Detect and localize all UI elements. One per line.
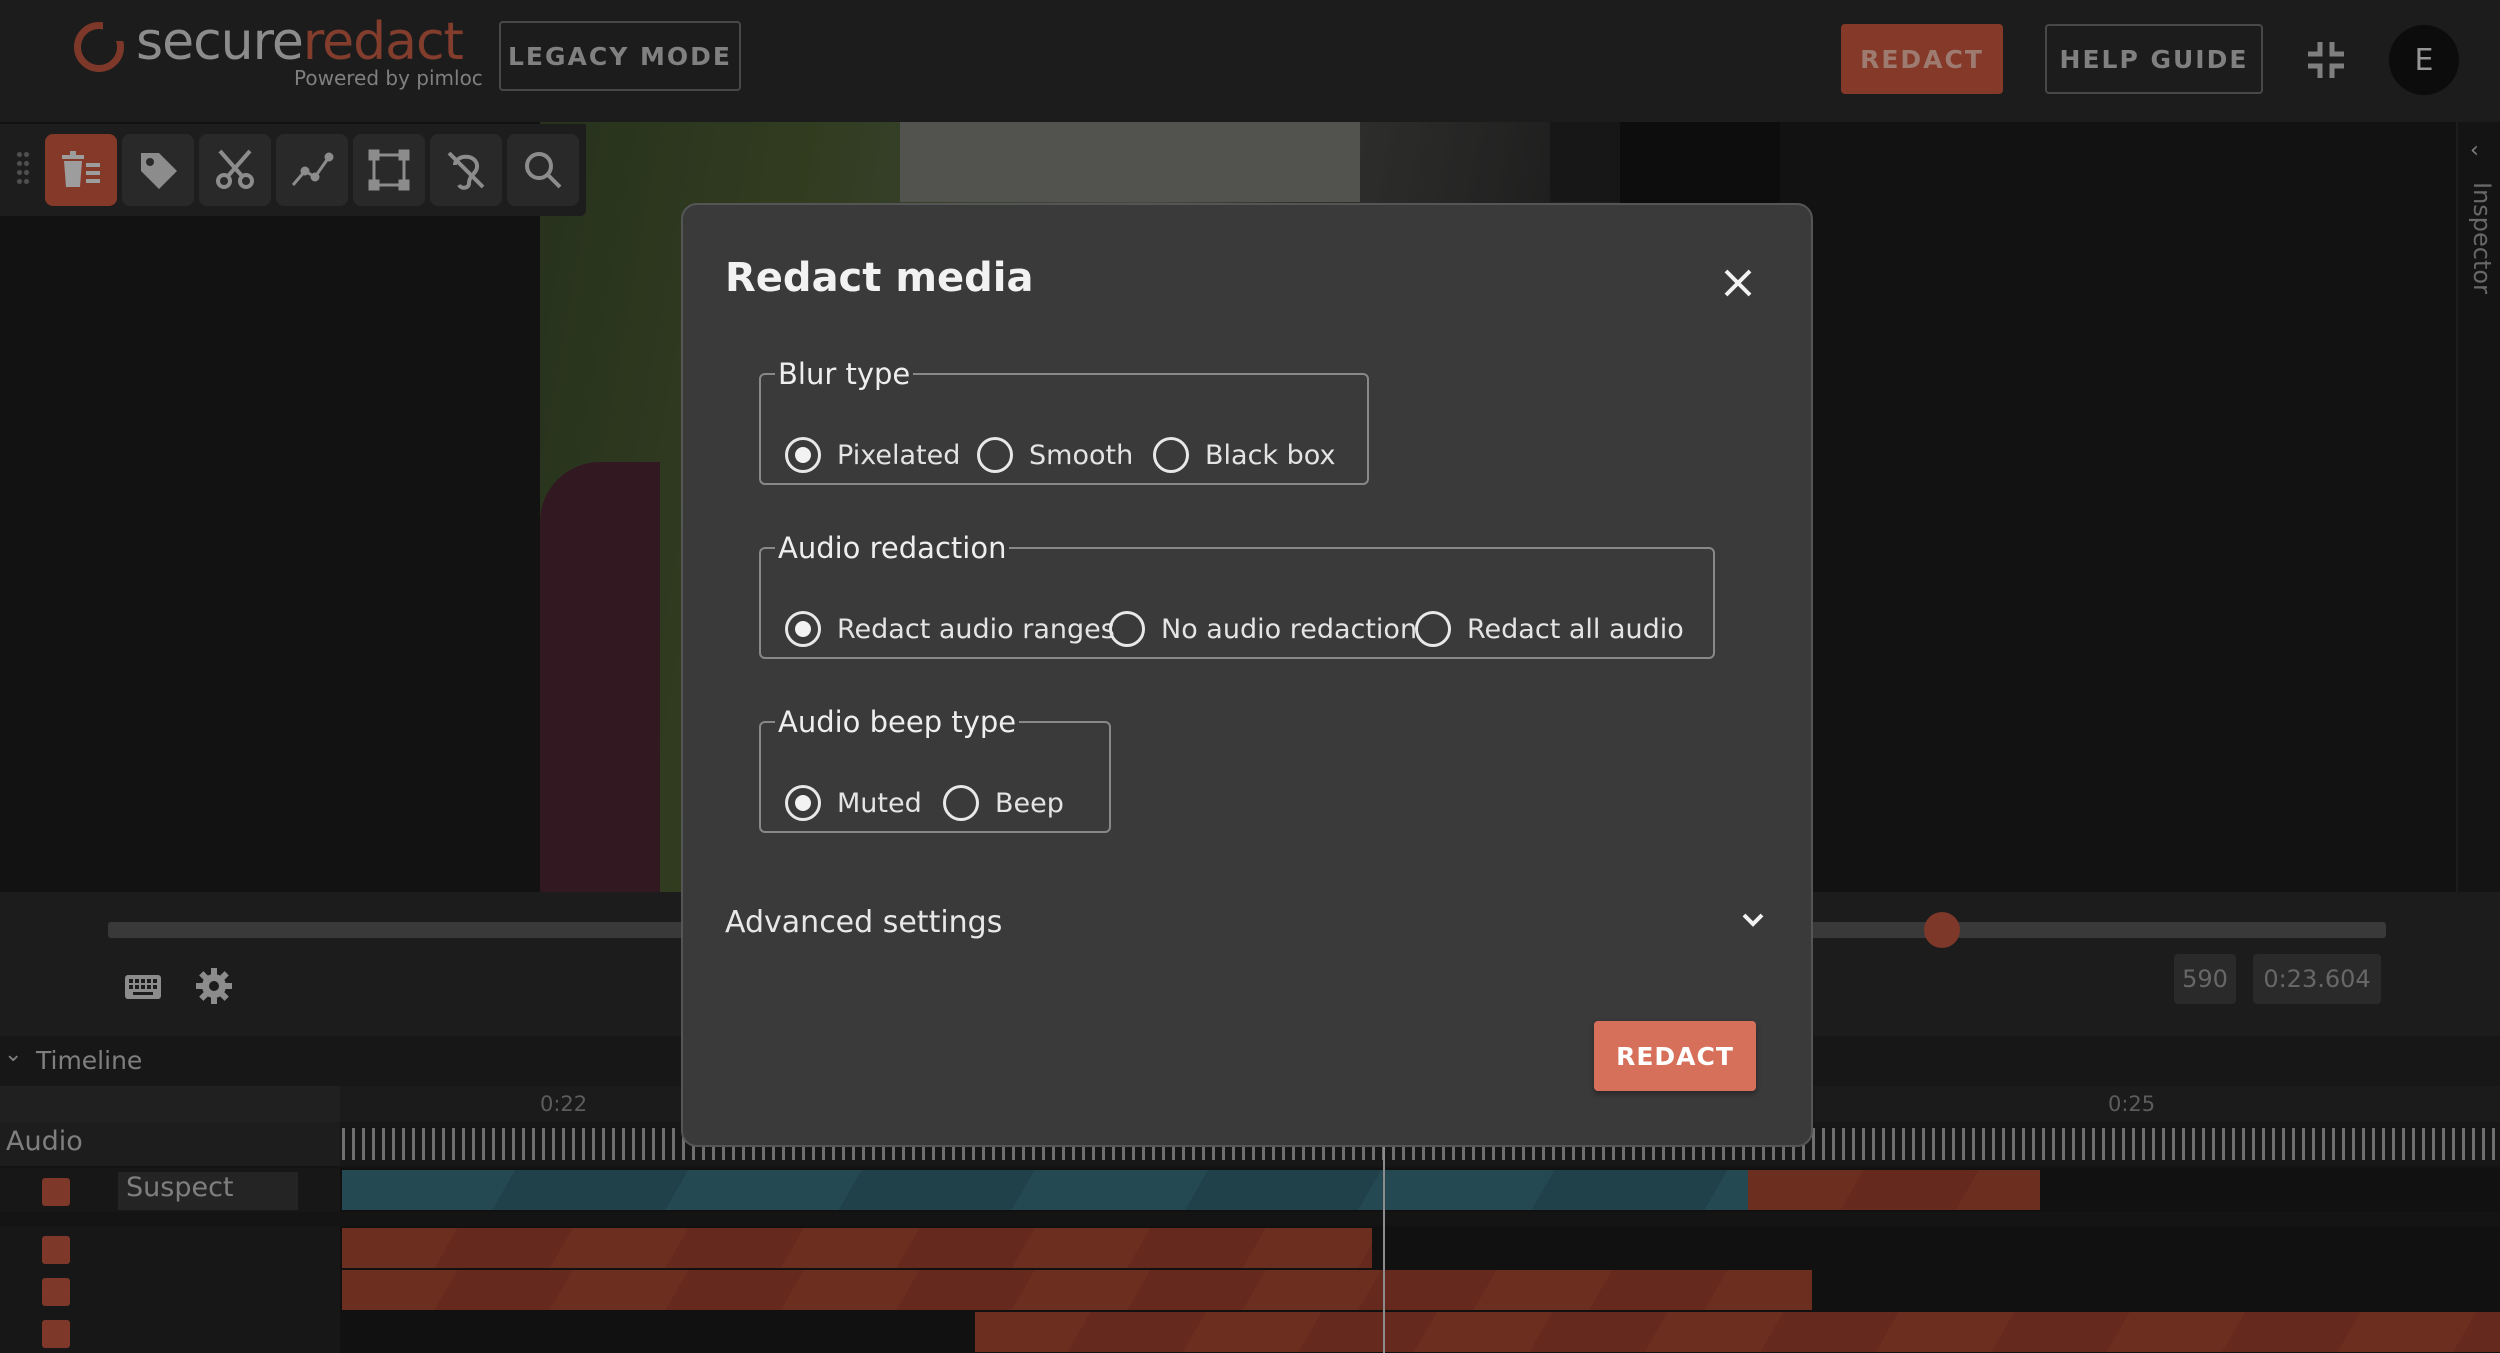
blur-pixelated-option[interactable]: Pixelated <box>785 435 960 475</box>
radio-button[interactable] <box>1153 437 1189 473</box>
radio-button[interactable] <box>785 785 821 821</box>
chevron-down-icon[interactable] <box>1738 905 1768 935</box>
radio-button[interactable] <box>785 437 821 473</box>
radio-button[interactable] <box>785 611 821 647</box>
radio-button[interactable] <box>1109 611 1145 647</box>
audio-beep-group: Audio beep type Muted Beep <box>759 705 1111 833</box>
blur-smooth-option[interactable]: Smooth <box>977 435 1133 475</box>
audio-redaction-legend: Audio redaction <box>778 531 1007 565</box>
blur-type-legend: Blur type <box>778 357 911 391</box>
radio-button[interactable] <box>977 437 1013 473</box>
blur-type-group: Blur type Pixelated Smooth Black box <box>759 357 1369 485</box>
redact-audio-ranges-option[interactable]: Redact audio ranges <box>785 609 1115 649</box>
close-icon[interactable] <box>1720 265 1756 301</box>
radio-button[interactable] <box>1415 611 1451 647</box>
audio-beep-legend: Audio beep type <box>778 705 1017 739</box>
redact-submit-button[interactable]: REDACT <box>1594 1021 1756 1091</box>
dialog-title: Redact media <box>725 255 1034 301</box>
redact-all-audio-option[interactable]: Redact all audio <box>1415 609 1684 649</box>
redact-media-dialog: Redact media Blur type Pixelated Smooth … <box>681 203 1813 1147</box>
blur-black-box-option[interactable]: Black box <box>1153 435 1335 475</box>
advanced-settings-toggle[interactable]: Advanced settings <box>725 905 1002 940</box>
beep-beep-option[interactable]: Beep <box>943 783 1064 823</box>
beep-muted-option[interactable]: Muted <box>785 783 922 823</box>
radio-button[interactable] <box>943 785 979 821</box>
no-audio-redaction-option[interactable]: No audio redaction <box>1109 609 1417 649</box>
audio-redaction-group: Audio redaction Redact audio ranges No a… <box>759 531 1715 659</box>
